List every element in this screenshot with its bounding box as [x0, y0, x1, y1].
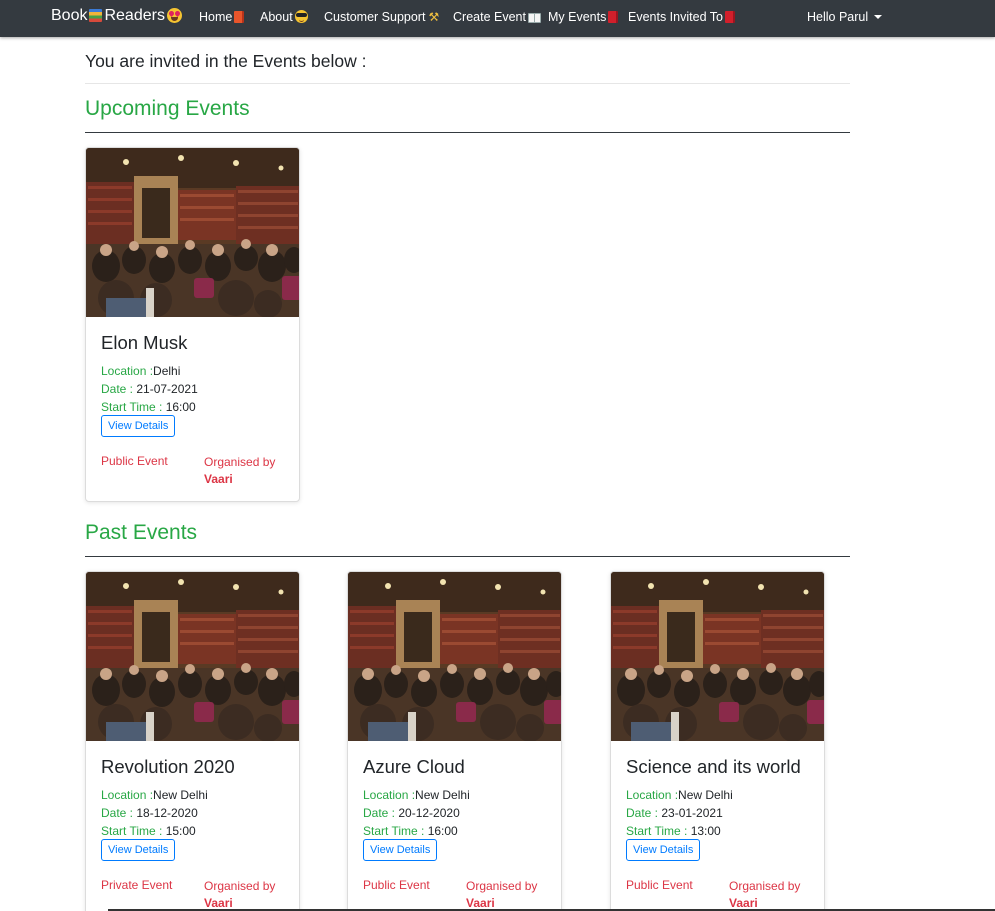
nav-home-label: Home	[199, 10, 233, 24]
event-organiser: Organised by Vaari	[204, 879, 276, 910]
view-details-button[interactable]: View Details	[101, 839, 176, 861]
event-location: Location :New Delhi	[101, 788, 208, 802]
star-struck-face-icon	[166, 8, 182, 23]
event-type: Private Event	[101, 878, 173, 892]
view-details-button[interactable]: View Details	[363, 839, 438, 861]
divider	[85, 556, 850, 557]
nav-about[interactable]: About	[260, 10, 308, 24]
nav-home[interactable]: Home	[199, 10, 245, 24]
orange-book-icon	[234, 11, 245, 23]
event-image	[86, 572, 300, 741]
event-date: Date : 18-12-2020	[101, 806, 198, 820]
event-organiser: Organised by Vaari	[729, 879, 801, 910]
sunglasses-face-icon	[294, 10, 308, 23]
event-type: Public Event	[101, 454, 168, 468]
brand-logo[interactable]: Book Readers	[51, 7, 182, 25]
past-events-title: Past Events	[85, 521, 198, 544]
event-date: Date : 23-01-2021	[626, 806, 723, 820]
red-book-icon	[608, 11, 619, 23]
nav-my-events-label: My Events	[548, 10, 607, 24]
nav-events-invited-to-label: Events Invited To	[628, 10, 723, 24]
event-title: Elon Musk	[101, 332, 188, 353]
caret-down-icon	[874, 15, 883, 19]
user-greeting: Hello Parul	[807, 10, 869, 24]
brand-text-book: Book	[51, 7, 88, 24]
nav-about-label: About	[260, 10, 293, 24]
divider	[85, 83, 850, 84]
event-organiser: Organised by Vaari	[204, 455, 276, 486]
event-date: Date : 20-12-2020	[363, 806, 460, 820]
event-location: Location :New Delhi	[363, 788, 470, 802]
books-icon	[89, 9, 103, 22]
red-book-icon	[724, 11, 735, 23]
event-image	[611, 572, 825, 741]
event-start-time: Start Time : 15:00	[101, 824, 196, 838]
user-dropdown[interactable]: Hello Parul	[807, 10, 883, 24]
event-type: Public Event	[626, 878, 693, 892]
event-image	[348, 572, 562, 741]
brand-text-readers: Readers	[104, 7, 165, 24]
event-organiser: Organised by Vaari	[466, 879, 538, 910]
nav-customer-support[interactable]: Customer Support ⚒	[324, 10, 439, 24]
divider	[85, 132, 850, 133]
event-card: Science and its world Location :New Delh…	[610, 571, 825, 911]
event-location: Location :New Delhi	[626, 788, 733, 802]
event-location: Location :Delhi	[101, 364, 181, 378]
nav-customer-support-label: Customer Support	[324, 10, 426, 24]
view-details-button[interactable]: View Details	[626, 839, 701, 861]
event-title: Science and its world	[626, 756, 801, 777]
event-card: Azure Cloud Location :New Delhi Date : 2…	[347, 571, 562, 911]
event-start-time: Start Time : 16:00	[101, 400, 196, 414]
event-type: Public Event	[363, 878, 430, 892]
nav-my-events[interactable]: My Events	[548, 10, 619, 24]
event-title: Azure Cloud	[363, 756, 465, 777]
event-card: Elon Musk Location :Delhi Date : 21-07-2…	[85, 147, 300, 502]
nav-events-invited-to[interactable]: Events Invited To	[628, 10, 735, 24]
top-navbar: Book Readers Home About Customer Support ⚒…	[0, 0, 995, 37]
view-details-button[interactable]: View Details	[101, 415, 176, 437]
event-card: Revolution 2020 Location :New Delhi Date…	[85, 571, 300, 911]
open-book-icon	[527, 13, 541, 23]
nav-create-event[interactable]: Create Event	[453, 10, 541, 24]
page-intro: You are invited in the Events below :	[85, 51, 367, 71]
tools-icon: ⚒	[428, 10, 440, 24]
event-image	[86, 148, 300, 317]
nav-create-event-label: Create Event	[453, 10, 526, 24]
event-start-time: Start Time : 16:00	[363, 824, 458, 838]
event-date: Date : 21-07-2021	[101, 382, 198, 396]
event-start-time: Start Time : 13:00	[626, 824, 721, 838]
upcoming-events-title: Upcoming Events	[85, 97, 250, 120]
event-title: Revolution 2020	[101, 756, 235, 777]
